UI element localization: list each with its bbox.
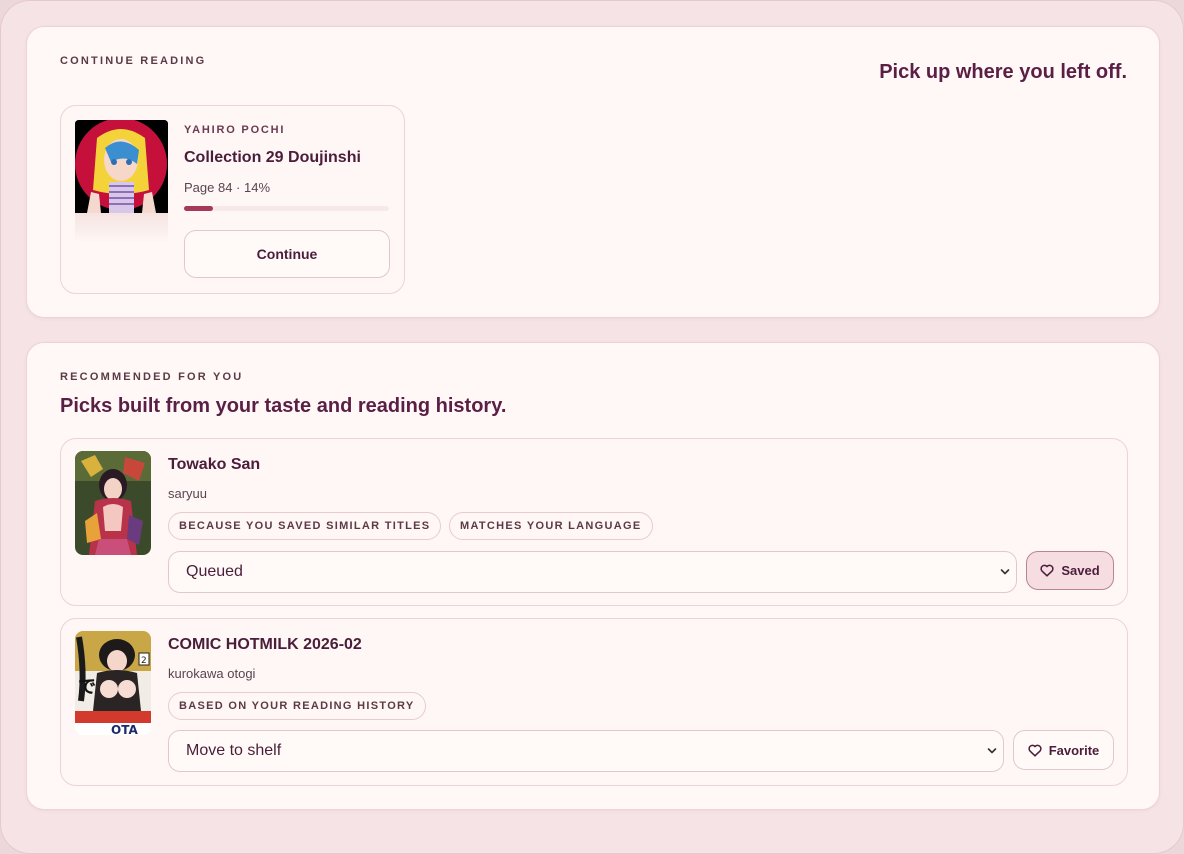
chevron-down-icon [1000,569,1010,575]
reading-progress-bar [184,206,389,211]
chevron-down-icon [987,748,997,754]
shelf-select-value: Queued [186,563,243,580]
reason-chip: BASED ON YOUR READING HISTORY [168,692,426,720]
heart-outline-icon [1028,744,1042,757]
cover-image[interactable] [75,120,168,213]
shelf-select[interactable]: Queued [168,551,1017,593]
recommendation-author: kurokawa otogi [168,666,256,681]
favorite-button-label: Favorite [1048,742,1100,758]
continue-reading-eyebrow: CONTINUE READING [60,55,207,67]
recommended-eyebrow: RECOMMENDED FOR YOU [60,371,244,383]
shelf-select[interactable]: Move to shelf [168,730,1004,772]
recommendation-card: Towako San saryuu BECAUSE YOU SAVED SIMI… [60,438,1128,606]
reason-chip: BECAUSE YOU SAVED SIMILAR TITLES [168,512,442,540]
author-label: YAHIRO POCHI [184,124,286,136]
recommended-headline: Picks built from your taste and reading … [60,395,507,417]
recommendation-author: saryuu [168,486,208,501]
reading-progress-fill [184,206,213,211]
cover-image[interactable] [75,451,151,555]
cover-reflection [75,213,168,243]
continue-reading-headline: Pick up where you left off. [879,61,1127,83]
continue-button[interactable]: Continue [184,230,390,278]
svg-text:OTA: OTA [111,723,138,735]
favorite-button[interactable]: Favorite [1013,730,1114,770]
cover-image[interactable]: で 2 OTA [75,631,151,735]
svg-text:2: 2 [141,656,147,666]
app-frame: CONTINUE READING Pick up where you left … [0,0,1184,854]
recommendation-card: で 2 OTA COMIC HOTMILK 2026-02 kurokawa o… [60,618,1128,786]
recommendation-title[interactable]: COMIC HOTMILK 2026-02 [168,636,362,654]
reading-progress-text: Page 84 · 14% [184,180,271,195]
recommendation-title[interactable]: Towako San [168,456,260,474]
recommended-panel: RECOMMENDED FOR YOU Picks built from you… [26,342,1160,810]
book-title[interactable]: Collection 29 Doujinshi [184,149,361,167]
reason-chip: MATCHES YOUR LANGUAGE [449,512,653,540]
saved-button-label: Saved [1061,563,1100,578]
continue-reading-panel: CONTINUE READING Pick up where you left … [26,26,1160,318]
heart-outline-icon [1040,564,1054,577]
svg-text:で: で [78,677,96,698]
continue-reading-card: YAHIRO POCHI Collection 29 Doujinshi Pag… [60,105,405,294]
saved-button[interactable]: Saved [1026,551,1114,590]
shelf-select-value: Move to shelf [186,742,282,759]
